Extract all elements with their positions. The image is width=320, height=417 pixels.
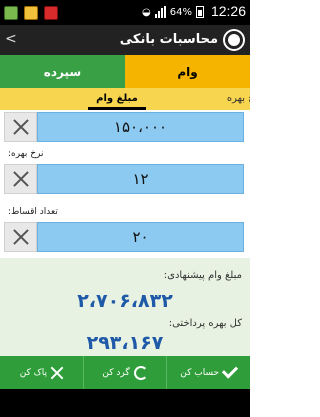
page-title: محاسبات بانکی [119,32,218,47]
notification-icons [4,5,58,21]
clock: 12:26 [210,3,246,19]
clear-rate-button[interactable] [4,164,37,194]
rate-label: نرخ بهره: [8,149,44,159]
loan-form: ۱۵۰،۰۰۰ نرخ بهره: ۱۲ تعداد اقساط: ۲۰ [0,110,250,258]
clear-icon [51,367,63,379]
tab-loan[interactable]: وام [125,55,250,88]
calculate-button[interactable]: حساب کن [166,356,250,389]
clear-label: پاک کن [19,367,47,378]
total-interest-value: ۲۹۳،۱۶۷ [86,332,164,354]
suggested-amount-label: مبلغ وام پیشنهادی: [163,270,242,281]
close-icon [12,228,30,246]
suggested-amount-value: ۲،۷۰۶،۸۳۲ [77,290,173,312]
signal-icon [154,6,166,18]
total-interest-label: کل بهره پرداختی: [168,318,242,329]
main-tabs: سپرده وام [0,55,250,88]
battery-icon [196,6,204,18]
rate-row: ۱۲ [4,164,244,194]
back-chevron-icon[interactable]: < [5,31,17,47]
round-label: گرد کن [102,367,130,378]
tab-deposit[interactable]: سپرده [0,55,125,88]
results-panel: مبلغ وام پیشنهادی: ۲،۷۰۶،۸۳۲ کل بهره پرد… [0,258,250,356]
system-icons: ◒ 64% [142,6,204,18]
system-nav-bar [0,389,250,417]
status-bar: ◒ 64% 12:26 [0,0,250,25]
gallery-notification-icon [4,6,18,20]
subtab-interest-rate[interactable]: نرخ بهره [203,88,250,110]
refresh-icon [133,365,148,380]
wifi-icon: ◒ [142,6,151,18]
app-icon[interactable] [225,31,243,49]
installments-input[interactable]: ۲۰ [37,222,244,252]
amount-row: ۱۵۰،۰۰۰ [4,112,244,142]
close-icon [12,118,30,136]
round-button[interactable]: گرد کن [82,356,167,389]
calculate-label: حساب کن [180,367,220,378]
store-notification-icon [24,6,38,20]
close-icon [12,170,30,188]
clear-button[interactable]: پاک کن [0,356,83,389]
clear-amount-button[interactable] [4,112,37,142]
app-notification-icon [44,6,58,20]
bottom-action-bar: پاک کن گرد کن حساب کن [0,356,250,389]
loan-subtabs: مبلغ وام نرخ بهره [0,88,250,110]
check-icon [221,362,239,379]
battery-percent: 64% [169,6,192,18]
installments-row: ۲۰ [4,222,244,252]
subtab-loan-amount[interactable]: مبلغ وام [88,88,146,110]
clear-installments-button[interactable] [4,222,37,252]
action-bar: < محاسبات بانکی [0,25,250,55]
rate-input[interactable]: ۱۲ [37,164,244,194]
installments-label: تعداد اقساط: [8,207,58,217]
amount-input[interactable]: ۱۵۰،۰۰۰ [37,112,244,142]
